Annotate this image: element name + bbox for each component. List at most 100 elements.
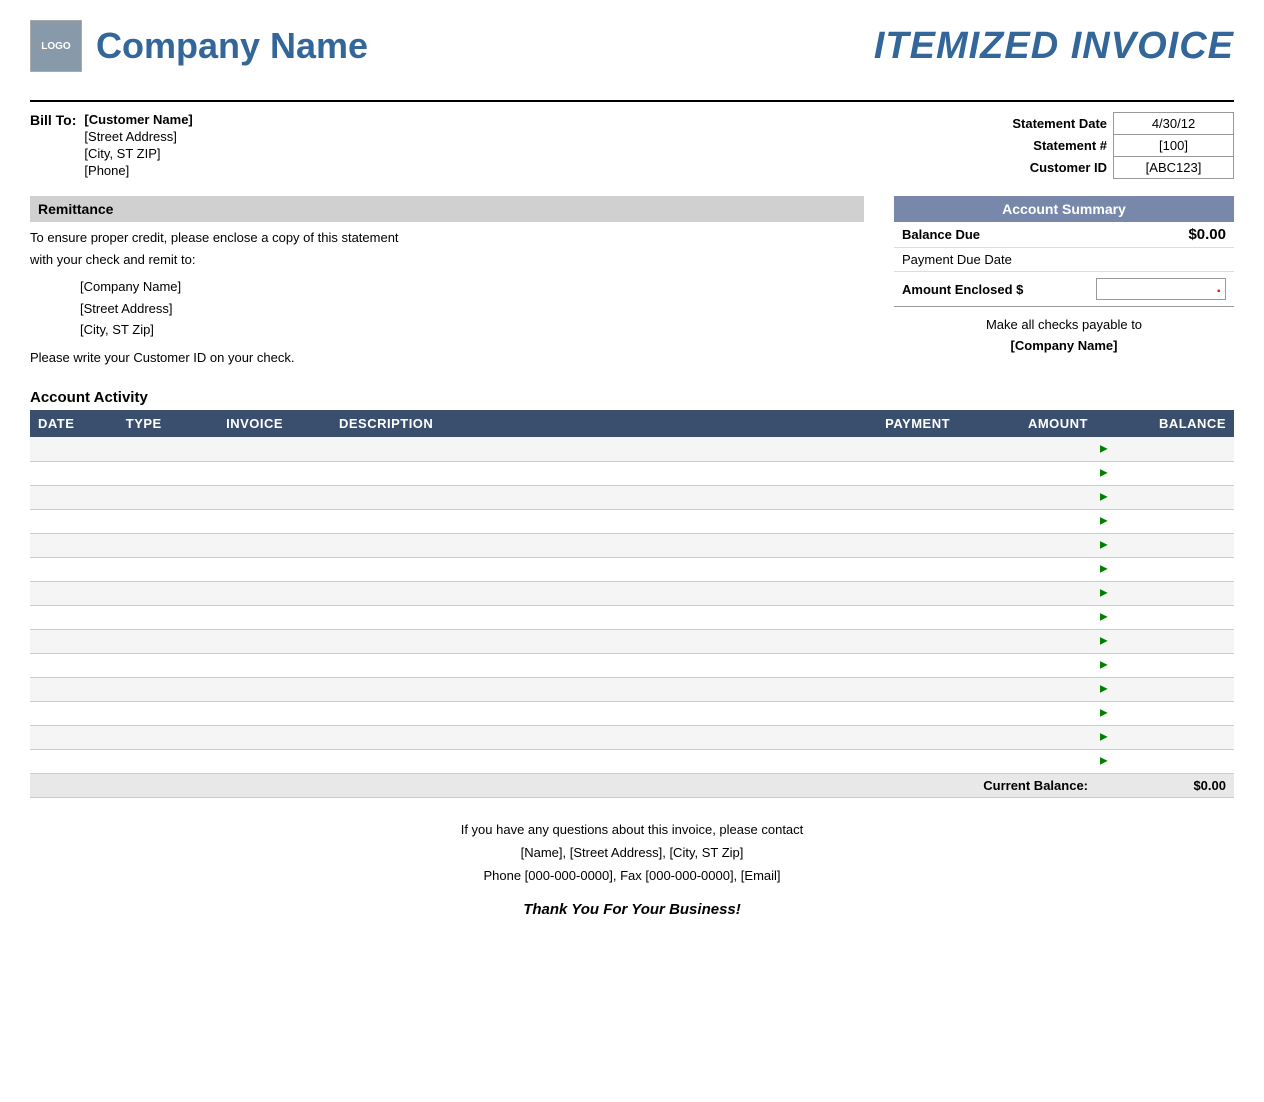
info-section: Bill To: [Customer Name] [Street Address… [30, 100, 1234, 180]
cell-description [331, 629, 808, 653]
cell-payment [808, 677, 958, 701]
cell-amount [958, 605, 1096, 629]
col-amount: AMOUNT [958, 410, 1096, 437]
activity-table: DATE TYPE INVOICE DESCRIPTION PAYMENT AM… [30, 410, 1234, 798]
cell-date [30, 725, 118, 749]
cell-payment [808, 533, 958, 557]
cell-balance: ▶ [1096, 437, 1234, 461]
balance-due-label: Balance Due [902, 227, 980, 242]
cell-type [118, 605, 218, 629]
amount-enclosed-input[interactable] [1096, 278, 1226, 300]
cell-amount [958, 533, 1096, 557]
cell-payment [808, 581, 958, 605]
cell-balance: ▶ [1096, 725, 1234, 749]
customer-id-value: [ABC123] [1114, 157, 1234, 179]
cell-date [30, 629, 118, 653]
company-info: LOGO Company Name [30, 20, 368, 72]
cell-description [331, 749, 808, 773]
cell-invoice [218, 653, 331, 677]
col-invoice: INVOICE [218, 410, 331, 437]
cell-amount [958, 725, 1096, 749]
thank-you: Thank You For Your Business! [30, 896, 1234, 923]
cell-amount [958, 653, 1096, 677]
cell-balance: ▶ [1096, 581, 1234, 605]
cell-balance: ▶ [1096, 701, 1234, 725]
cell-description [331, 653, 808, 677]
footer-section: If you have any questions about this inv… [30, 818, 1234, 923]
cell-type [118, 485, 218, 509]
col-payment: PAYMENT [808, 410, 958, 437]
bill-to-label: Bill To: [30, 112, 76, 180]
account-summary-header: Account Summary [894, 196, 1234, 222]
cell-type [118, 581, 218, 605]
cell-amount [958, 629, 1096, 653]
cell-amount [958, 557, 1096, 581]
company-name: Company Name [96, 25, 368, 67]
cell-payment [808, 557, 958, 581]
remittance-section: Remittance To ensure proper credit, plea… [30, 196, 864, 369]
cell-balance: ▶ [1096, 533, 1234, 557]
cell-invoice [218, 629, 331, 653]
checks-payable-company: [Company Name] [902, 336, 1226, 357]
logo-text: LOGO [41, 41, 70, 52]
cell-payment [808, 725, 958, 749]
cell-invoice [218, 509, 331, 533]
cell-type [118, 653, 218, 677]
activity-title: Account Activity [30, 389, 1234, 406]
activity-table-body: ▶▶▶▶▶▶▶▶▶▶▶▶▶▶Current Balance:$0.00 [30, 437, 1234, 797]
cell-invoice [218, 725, 331, 749]
cell-payment [808, 437, 958, 461]
cell-balance: ▶ [1096, 557, 1234, 581]
cell-invoice [218, 437, 331, 461]
cell-date [30, 533, 118, 557]
cell-balance: ▶ [1096, 629, 1234, 653]
footer-line3: Phone [000-000-0000], Fax [000-000-0000]… [30, 864, 1234, 887]
cell-type [118, 725, 218, 749]
table-row: ▶ [30, 605, 1234, 629]
table-header-row: DATE TYPE INVOICE DESCRIPTION PAYMENT AM… [30, 410, 1234, 437]
cell-invoice [218, 749, 331, 773]
cell-type [118, 557, 218, 581]
statement-date-label: Statement Date [1006, 113, 1113, 135]
cell-type [118, 461, 218, 485]
bill-city-state-zip: [City, ST ZIP] [84, 146, 192, 161]
current-balance-row: Current Balance:$0.00 [30, 773, 1234, 797]
invoice-title: ITEMIZED INVOICE [874, 25, 1234, 68]
cell-invoice [218, 701, 331, 725]
remittance-city: [City, ST Zip] [80, 320, 864, 340]
table-row: ▶ [30, 509, 1234, 533]
cell-date [30, 581, 118, 605]
cell-amount [958, 677, 1096, 701]
cell-invoice [218, 557, 331, 581]
cell-payment [808, 461, 958, 485]
payment-due-date-row: Payment Due Date [894, 248, 1234, 272]
cell-type [118, 509, 218, 533]
table-row: ▶ [30, 701, 1234, 725]
cell-type [118, 749, 218, 773]
cell-type [118, 677, 218, 701]
account-summary-section: Account Summary Balance Due $0.00 Paymen… [894, 196, 1234, 369]
table-row: ▶ [30, 485, 1234, 509]
cell-description [331, 461, 808, 485]
cell-amount [958, 581, 1096, 605]
account-activity-section: Account Activity DATE TYPE INVOICE DESCR… [30, 389, 1234, 798]
cell-description [331, 509, 808, 533]
col-description: DESCRIPTION [331, 410, 808, 437]
remittance-text2: with your check and remit to: [30, 250, 864, 270]
cell-description [331, 533, 808, 557]
cell-description [331, 437, 808, 461]
cell-amount [958, 437, 1096, 461]
footer-line1: If you have any questions about this inv… [30, 818, 1234, 841]
cell-balance: ▶ [1096, 653, 1234, 677]
cell-date [30, 749, 118, 773]
bill-to-section: Bill To: [Customer Name] [Street Address… [30, 112, 193, 180]
table-row: ▶ [30, 461, 1234, 485]
payment-due-date-label: Payment Due Date [902, 252, 1012, 267]
cell-date [30, 509, 118, 533]
cell-balance: ▶ [1096, 749, 1234, 773]
amount-enclosed-label: Amount Enclosed $ [902, 282, 1023, 297]
cell-date [30, 437, 118, 461]
remittance-company-name: [Company Name] [80, 277, 864, 297]
cell-payment [808, 749, 958, 773]
cell-description [331, 725, 808, 749]
